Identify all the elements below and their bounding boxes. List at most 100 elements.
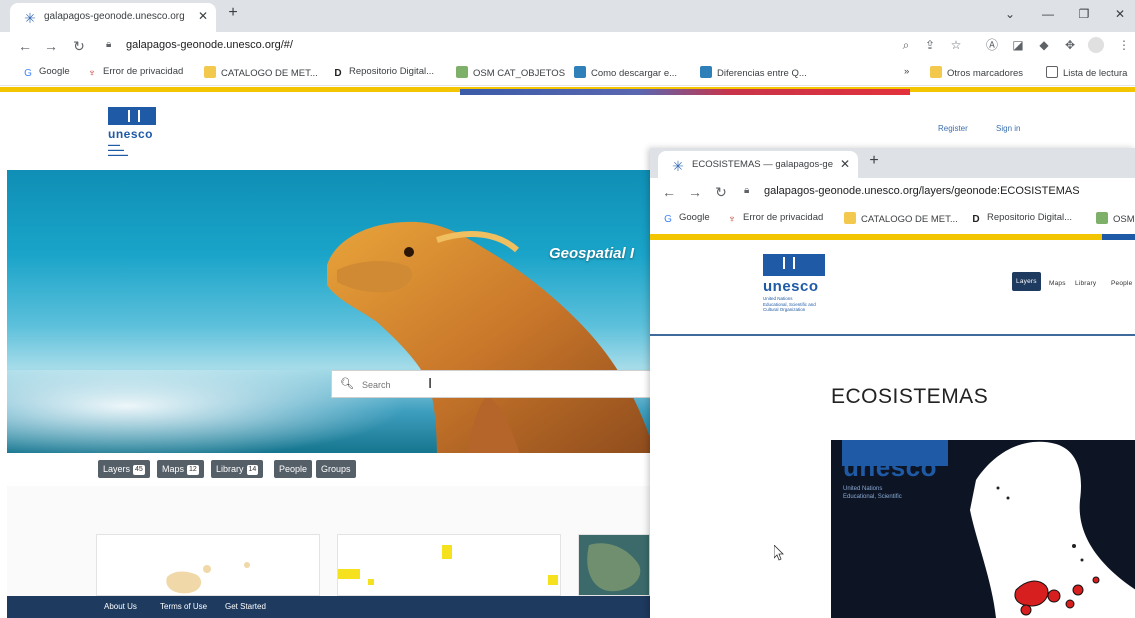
address-bar[interactable]: 🔒︎ galapagos-geonode.unesco.org/#/ xyxy=(100,36,920,56)
extension-c-icon[interactable]: ◆ xyxy=(1036,37,1052,53)
register-link[interactable]: Register xyxy=(938,124,968,133)
bookmark-osm[interactable]: OSM xyxy=(1096,212,1135,225)
footer-get-started[interactable]: Get Started xyxy=(225,602,266,611)
bookmark-google[interactable]: G Google xyxy=(662,212,710,226)
hero-banner: Geospatial I xyxy=(7,170,650,453)
sign-in-link[interactable]: Sign in xyxy=(996,124,1020,133)
repository-icon: D xyxy=(334,68,342,79)
map-unesco-subtext: United Nations Educational, Scientific xyxy=(843,486,902,500)
search-field[interactable]: 🔍︎ xyxy=(331,370,651,398)
google-icon: G xyxy=(24,68,32,79)
nav-people[interactable]: People xyxy=(1111,280,1132,287)
extension-a-icon[interactable]: Ⓐ xyxy=(984,37,1000,53)
screen: ✳ galapagos-geonode.unesco.org ✕ + ⌄ — ❐… xyxy=(0,0,1135,618)
hero-title: Geospatial I xyxy=(549,245,635,262)
featured-card-1[interactable] xyxy=(96,534,320,596)
bookmark-repositorio[interactable]: D Repositorio Digital... xyxy=(970,212,1072,226)
browser2-bookmarks-bar: G Google ♆ Error de privacidad CATALOGO DE… xyxy=(650,206,1135,232)
browser2-tab-title: ECOSISTEMAS — galapagos-ge xyxy=(692,159,833,170)
bookmark-como-descargar[interactable]: Como descargar e... xyxy=(574,66,677,79)
nav-library[interactable]: Library xyxy=(1075,280,1096,287)
nav-maps[interactable]: Maps xyxy=(1049,280,1066,287)
warning-icon: ♆ xyxy=(88,68,96,79)
geonode-favicon-icon: ✳ xyxy=(24,10,36,26)
browser2-toolbar: ← → ↻ 🔒︎ galapagos-geonode.unesco.org/la… xyxy=(650,178,1135,206)
unesco-logo-subtext: ▬▬▬ ▬▬▬▬ ▬▬▬▬▬ xyxy=(108,142,128,157)
share-icon[interactable]: ⇪ xyxy=(922,37,938,53)
unesco-logo-word: unesco xyxy=(763,278,819,295)
tab-search-chevron-icon[interactable]: ⌄ xyxy=(1002,6,1018,22)
card2-map-thumbnail xyxy=(338,545,558,585)
pill-layers[interactable]: Layers 45 xyxy=(98,460,150,478)
lock-icon: 🔒︎ xyxy=(106,39,112,50)
window-close-icon[interactable]: ✕ xyxy=(1112,6,1128,22)
back-arrow-icon[interactable]: ← xyxy=(660,183,678,201)
pill-people[interactable]: People xyxy=(274,460,313,478)
bookmark-otros-marcadores[interactable]: Otros marcadores xyxy=(930,66,1023,79)
new-tab-icon[interactable]: + xyxy=(225,5,241,21)
forward-arrow-icon[interactable]: → xyxy=(42,37,60,55)
doc-icon xyxy=(700,66,712,78)
unesco-logo[interactable]: unesco ▬▬▬ ▬▬▬▬ ▬▬▬▬▬ xyxy=(108,107,156,157)
close-icon[interactable]: ✕ xyxy=(838,157,852,171)
unesco-logo-word: unesco xyxy=(108,127,154,141)
pill-maps[interactable]: Maps 12 xyxy=(157,460,204,478)
bookmark-error-privacidad[interactable]: ♆ Error de privacidad xyxy=(86,66,183,80)
unesco-temple-icon xyxy=(108,107,156,125)
browser2-tabstrip: ✳ ECOSISTEMAS — galapagos-ge ✕ + xyxy=(650,148,1135,178)
mouse-pointer-icon xyxy=(774,545,784,561)
map-unesco-word: unesco xyxy=(843,452,938,482)
address-url: galapagos-geonode.unesco.org/#/ xyxy=(126,39,293,51)
catalog-icon xyxy=(844,212,856,224)
menu-kebab-icon[interactable]: ⋮ xyxy=(1116,37,1132,53)
folder-icon xyxy=(930,66,942,78)
footer-terms-of-use[interactable]: Terms of Use xyxy=(160,602,207,611)
search-input[interactable] xyxy=(362,376,642,394)
back-arrow-icon[interactable]: ← xyxy=(16,37,34,55)
browser1-bookmarks-bar: G Google ♆ Error de privacidad CATALOGO DE… xyxy=(0,60,1135,86)
extension-b-icon[interactable]: ◪ xyxy=(1010,37,1026,53)
footer-about-us[interactable]: About Us xyxy=(104,602,137,611)
zoom-icon[interactable]: ⌕ xyxy=(898,37,914,53)
minimize-icon[interactable]: — xyxy=(1040,6,1056,22)
unesco-temple-icon xyxy=(763,254,825,276)
browser2-tab-active[interactable]: ✳ ECOSISTEMAS — galapagos-ge ✕ xyxy=(658,151,858,178)
address-bar[interactable]: 🔒︎ galapagos-geonode.unesco.org/layers/g… xyxy=(738,182,1135,202)
profile-avatar-icon[interactable] xyxy=(1088,37,1104,53)
bookmarks-overflow-icon[interactable]: » xyxy=(904,66,909,77)
warning-icon: ♆ xyxy=(728,214,736,225)
new-tab-icon[interactable]: + xyxy=(866,153,882,169)
star-icon[interactable]: ☆ xyxy=(948,37,964,53)
bookmark-diferencias[interactable]: Diferencias entre Q... xyxy=(700,66,807,79)
pill-groups[interactable]: Groups xyxy=(316,460,356,478)
bookmark-osm[interactable]: OSM CAT_OBJETOS xyxy=(456,66,565,79)
osm-icon xyxy=(456,66,468,78)
featured-card-2[interactable] xyxy=(337,534,561,596)
pill-library-count: 14 xyxy=(246,465,259,475)
reload-icon[interactable]: ↻ xyxy=(712,183,730,201)
text-cursor-icon: I xyxy=(428,375,433,392)
reload-icon[interactable]: ↻ xyxy=(70,37,88,55)
bookmark-repositorio[interactable]: D Repositorio Digital... xyxy=(332,66,434,80)
browser1-tab-active[interactable]: ✳ galapagos-geonode.unesco.org ✕ xyxy=(10,3,216,32)
layer-map-preview[interactable]: unesco United Nations Educational, Scien… xyxy=(831,440,1135,618)
nav-layers[interactable]: Layers xyxy=(1012,272,1041,291)
restore-icon[interactable]: ❐ xyxy=(1076,6,1092,22)
browser1-toolbar: ← → ↻ 🔒︎ galapagos-geonode.unesco.org/#/… xyxy=(0,32,1135,60)
reading-list-button[interactable]: Lista de lectura xyxy=(1046,66,1127,79)
lock-icon: 🔒︎ xyxy=(744,185,750,196)
address-url: galapagos-geonode.unesco.org/layers/geon… xyxy=(764,185,1080,197)
bookmark-error-privacidad[interactable]: ♆ Error de privacidad xyxy=(726,212,823,226)
browser1-tabstrip: ✳ galapagos-geonode.unesco.org ✕ + ⌄ — ❐… xyxy=(0,0,1135,32)
layer-title: ECOSISTEMAS xyxy=(831,385,989,408)
bookmark-catalogo[interactable]: CATALOGO DE MET... xyxy=(204,66,318,79)
pill-library[interactable]: Library 14 xyxy=(211,460,264,478)
unesco-logo[interactable]: unesco United Nations Educational, Scien… xyxy=(763,254,825,313)
close-icon[interactable]: ✕ xyxy=(196,9,210,23)
pill-layers-count: 45 xyxy=(133,465,145,475)
bookmark-google[interactable]: G Google xyxy=(22,66,70,80)
featured-card-3[interactable] xyxy=(578,534,650,596)
extensions-puzzle-icon[interactable]: ✥ xyxy=(1062,37,1078,53)
forward-arrow-icon[interactable]: → xyxy=(686,183,704,201)
bookmark-catalogo[interactable]: CATALOGO DE MET... xyxy=(844,212,958,225)
